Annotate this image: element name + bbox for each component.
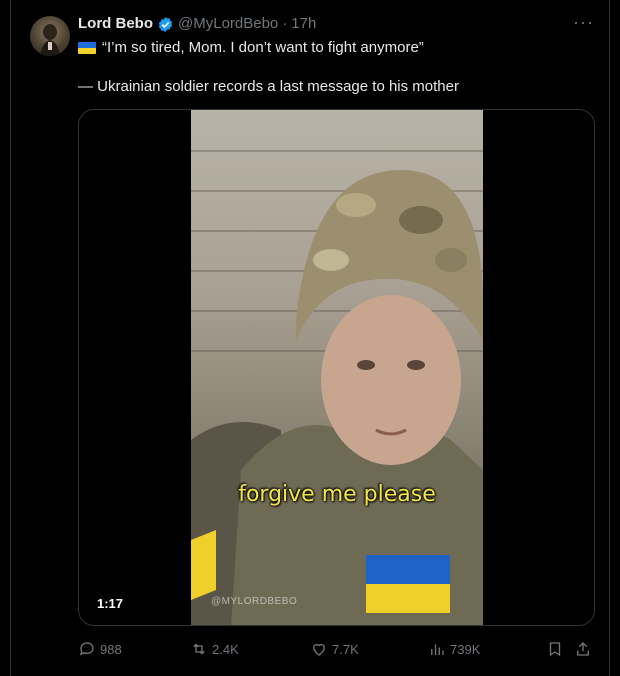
view-count: 739K	[450, 641, 481, 657]
post-text-line2: — Ukrainian soldier records a last messa…	[78, 78, 459, 95]
separator-dot: ·	[282, 15, 288, 32]
author-name[interactable]: Lord Bebo	[78, 14, 153, 34]
share-button[interactable]	[574, 640, 592, 658]
post-quote: “I’m so tired, Mom. I don’t want to figh…	[102, 39, 424, 56]
video-frame[interactable]: forgive me please @MYLORDBEBO	[191, 110, 483, 625]
avatar-figure	[40, 24, 60, 56]
avatar[interactable]	[30, 16, 70, 56]
video-duration: 1:17	[91, 594, 130, 613]
tweet-header: Lord Bebo @MyLordBebo · 17h	[78, 14, 316, 34]
like-button[interactable]: 7.7K	[310, 640, 359, 658]
repost-button[interactable]: 2.4K	[190, 640, 239, 658]
verified-badge-icon	[158, 16, 173, 32]
more-options-icon[interactable]: ···	[573, 12, 594, 33]
bookmark-icon	[549, 642, 561, 657]
post-text-line1: “I’m so tired, Mom. I don’t want to figh…	[78, 38, 424, 58]
soldier-illustration	[191, 170, 483, 625]
reply-icon	[79, 642, 94, 656]
ukraine-flag-icon	[78, 42, 96, 54]
heart-icon	[313, 643, 325, 656]
action-bar: 988 2.4K 7.7K 739K	[78, 640, 594, 660]
views-chart-icon	[431, 644, 444, 655]
reply-button[interactable]: 988	[78, 640, 122, 658]
bookmark-button[interactable]	[546, 640, 564, 658]
share-icon	[577, 642, 589, 656]
watermark-text: @MYLORDBEBO	[211, 596, 298, 607]
video-caption: forgive me please	[238, 482, 436, 507]
reply-count: 988	[100, 641, 122, 657]
video-player[interactable]: forgive me please @MYLORDBEBO 1:17	[78, 109, 595, 626]
post-time[interactable]: 17h	[291, 14, 316, 34]
views-button[interactable]: 739K	[428, 640, 480, 658]
repost-count: 2.4K	[212, 641, 239, 657]
like-count: 7.7K	[332, 641, 359, 657]
repost-icon	[193, 643, 205, 655]
author-handle[interactable]: @MyLordBebo	[178, 14, 278, 34]
